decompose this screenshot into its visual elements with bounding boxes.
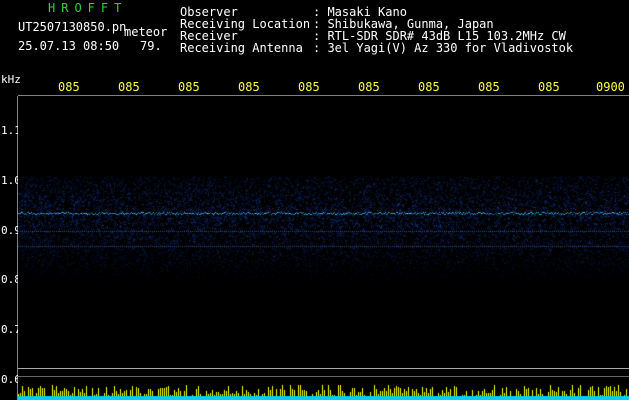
time-tick: 085 [178, 80, 200, 94]
time-tick: 085 [358, 80, 380, 94]
time-tick: 085 [478, 80, 500, 94]
time-tick: 085 [118, 80, 140, 94]
time-tick: 085 [538, 80, 560, 94]
time-tick: 085 [238, 80, 260, 94]
header-antenna-value: : 3el Yagi(V) Az 330 for Vladivostok [313, 41, 574, 55]
time-tick: 0900 [596, 80, 625, 94]
header-antenna-label: Receiving Antenna [180, 41, 303, 55]
file-name: UT2507130850.pn [18, 20, 127, 34]
baseline-separator [18, 368, 629, 369]
date-time: 25.07.13 08:50 [18, 39, 120, 53]
spectrogram [18, 96, 629, 400]
time-tick: 085 [418, 80, 440, 94]
app-title: HROFFT [48, 1, 128, 15]
meteor-label: meteor [124, 25, 168, 39]
meteor-count: 79. [140, 39, 162, 53]
time-tick: 085 [298, 80, 320, 94]
y-axis-unit: kHz [1, 73, 21, 86]
time-tick: 085 [58, 80, 80, 94]
baseline-separator [18, 376, 629, 377]
